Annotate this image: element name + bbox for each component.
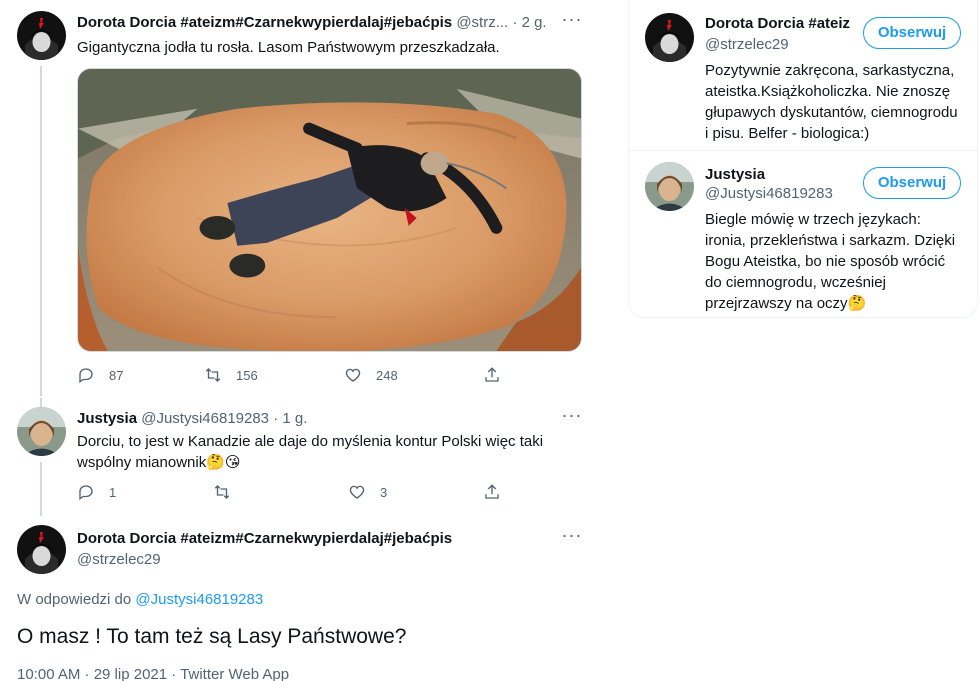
reply-icon xyxy=(79,485,93,501)
user-bio: Biegle mówię w trzech językach: ironia, … xyxy=(705,209,965,314)
thread-connector-bottom xyxy=(40,462,42,516)
more-icon[interactable]: ··· xyxy=(560,526,584,549)
author-name[interactable]: Dorota Dorcia #ateizm#Czarnekwypierdalaj… xyxy=(77,530,452,547)
follow-button[interactable]: Obserwuj xyxy=(863,17,961,49)
avatar-justysia[interactable] xyxy=(645,162,694,211)
author-handle[interactable]: @Justysi46819283 xyxy=(141,410,269,427)
share-button[interactable] xyxy=(483,481,501,503)
retweet-button[interactable] xyxy=(213,481,231,503)
avatar-dorota[interactable] xyxy=(645,13,694,62)
more-icon[interactable]: ··· xyxy=(560,406,584,429)
focused-tweet-text: O masz ! To tam też są Lasy Państwowe? xyxy=(17,625,407,648)
reply-count: 87 xyxy=(109,367,124,383)
avatar-dorota-image xyxy=(17,525,66,574)
tweet-original[interactable]: Dorota Dorcia #ateizm#Czarnekwypierdalaj… xyxy=(0,0,598,398)
user-bio: Pozytywnie zakręcona, sarkastyczna, atei… xyxy=(705,62,958,142)
author-handle[interactable]: @strz... xyxy=(456,14,508,31)
user-bio-emoji: 🤔 xyxy=(847,295,867,312)
author-name[interactable]: Justysia xyxy=(77,410,137,427)
retweet-icon xyxy=(214,485,230,499)
tweet-reply[interactable]: Justysia @Justysi46819283 · 1 g. ··· Dor… xyxy=(0,398,598,516)
user-card-panel: Dorota Dorcia #ateiz @strzelec29 Obserwu… xyxy=(628,0,978,318)
like-icon xyxy=(345,368,361,382)
thread-connector-top xyxy=(40,398,42,407)
tweet-photo[interactable] xyxy=(77,68,582,352)
conversation-timeline: Dorota Dorcia #ateizm#Czarnekwypierdalaj… xyxy=(0,0,598,681)
user-name[interactable]: Dorota Dorcia #ateiz xyxy=(705,15,850,32)
share-button[interactable] xyxy=(483,364,501,386)
stump-photo-image xyxy=(78,69,581,351)
like-count: 248 xyxy=(376,367,398,383)
retweet-count: 156 xyxy=(236,367,258,383)
follow-button[interactable]: Obserwuj xyxy=(863,167,961,199)
tweet-emoji: 🤔😘 xyxy=(206,454,241,471)
tweet-time[interactable]: 1 g. xyxy=(282,410,307,427)
share-icon xyxy=(485,484,499,499)
reply-button[interactable]: 87 xyxy=(77,364,123,386)
tweet-header: Justysia @Justysi46819283 · 1 g. xyxy=(77,409,582,429)
tweet-actions: 87 156 248 xyxy=(77,364,507,386)
separator-dot: · xyxy=(273,410,279,427)
reply-icon xyxy=(79,368,93,384)
share-icon xyxy=(485,367,499,382)
user-card-justysia[interactable]: Justysia @Justysi46819283 Obserwuj Biegl… xyxy=(629,151,977,316)
avatar-dorota[interactable] xyxy=(17,11,66,60)
avatar-dorota-image xyxy=(17,11,66,60)
reply-count: 1 xyxy=(109,484,117,500)
user-handle[interactable]: @Justysi46819283 xyxy=(705,185,833,202)
avatar-justysia[interactable] xyxy=(17,407,66,456)
reply-context: W odpowiedzi do @Justysi46819283 xyxy=(17,591,263,608)
tweet-metadata[interactable]: 10:00 AM · 29 lip 2021 · Twitter Web App xyxy=(17,666,289,681)
like-count: 3 xyxy=(380,484,388,500)
reply-mention-link[interactable]: @Justysi46819283 xyxy=(135,591,263,608)
user-bio-text: Biegle mówię w trzech językach: ironia, … xyxy=(705,211,956,312)
tweet-header: Dorota Dorcia #ateizm#Czarnekwypierdalaj… xyxy=(77,13,582,33)
more-icon[interactable]: ··· xyxy=(560,10,584,33)
reply-prefix: W odpowiedzi do xyxy=(17,591,132,608)
author-handle-row: @strzelec29 xyxy=(77,550,582,570)
avatar-dorota-image xyxy=(645,13,694,62)
like-button[interactable]: 248 xyxy=(344,364,398,386)
retweet-button[interactable]: 156 xyxy=(204,364,258,386)
thread-connector xyxy=(40,66,42,396)
like-button[interactable]: 3 xyxy=(348,481,387,503)
retweet-icon xyxy=(205,368,221,382)
avatar-justysia-image xyxy=(17,407,66,456)
tweet-actions: 1 3 xyxy=(77,481,507,503)
like-icon xyxy=(349,485,365,499)
tweet-text: Gigantyczna jodła tu rosła. Lasom Państw… xyxy=(77,39,500,56)
separator-dot: · xyxy=(512,14,518,31)
author-name[interactable]: Dorota Dorcia #ateizm#Czarnekwypierdalaj… xyxy=(77,14,452,31)
tweet-text-content: Dorciu, to jest w Kanadzie ale daje do m… xyxy=(77,433,544,471)
user-card-dorota[interactable]: Dorota Dorcia #ateiz @strzelec29 Obserwu… xyxy=(629,0,977,150)
author-name-row: Dorota Dorcia #ateizm#Czarnekwypierdalaj… xyxy=(77,529,582,549)
avatar-justysia-image xyxy=(645,162,694,211)
user-name[interactable]: Justysia xyxy=(705,166,765,183)
tweet-time[interactable]: 2 g. xyxy=(522,14,547,31)
user-handle[interactable]: @strzelec29 xyxy=(705,36,789,53)
tweet-text: Dorciu, to jest w Kanadzie ale daje do m… xyxy=(77,431,558,473)
reply-button[interactable]: 1 xyxy=(77,481,116,503)
avatar-dorota[interactable] xyxy=(17,525,66,574)
author-handle[interactable]: @strzelec29 xyxy=(77,551,161,568)
